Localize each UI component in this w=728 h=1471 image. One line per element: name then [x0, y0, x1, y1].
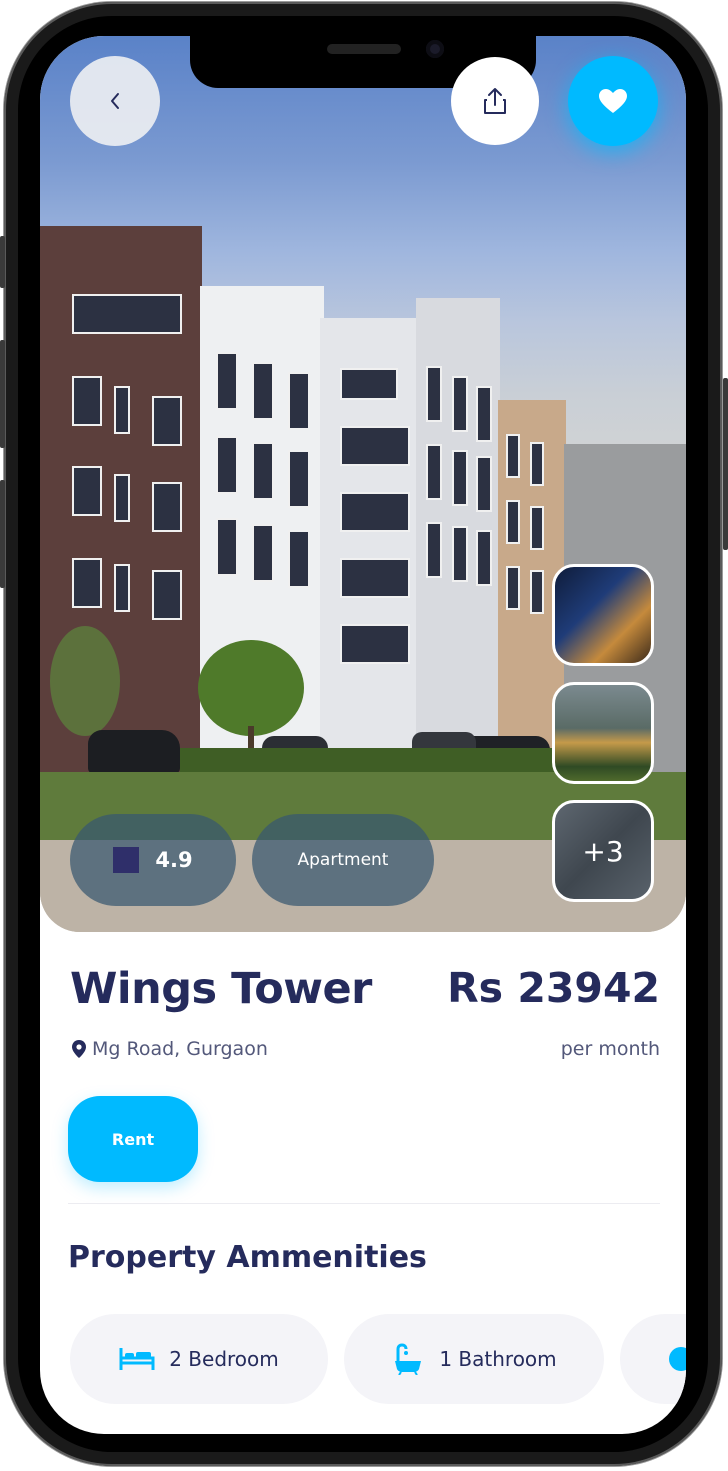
bed-icon [119, 1348, 155, 1370]
window [506, 434, 520, 478]
hedge [180, 748, 560, 774]
window [452, 450, 468, 506]
side-button-power [723, 378, 728, 550]
amenity-icon [669, 1347, 686, 1371]
window [288, 530, 310, 588]
window [530, 506, 544, 550]
chevron-left-icon [111, 93, 119, 109]
side-button-silent [0, 236, 5, 288]
window [216, 352, 238, 410]
amenity-label: 1 Bathroom [439, 1347, 557, 1371]
window [72, 558, 102, 608]
window [72, 466, 102, 516]
window [340, 426, 410, 466]
window [340, 492, 410, 532]
window [288, 372, 310, 430]
window [114, 386, 130, 434]
gallery-thumbnail[interactable] [552, 682, 654, 784]
hero-photo: 4.9 Apartment +3 [40, 36, 686, 932]
amenity-bedroom[interactable]: 2 Bedroom [70, 1314, 328, 1404]
window [452, 376, 468, 432]
more-photos-count: +3 [582, 834, 624, 868]
window [152, 482, 182, 532]
window [340, 558, 410, 598]
divider [68, 1203, 660, 1204]
price-period: per month [560, 1038, 660, 1060]
window [506, 566, 520, 610]
front-camera [426, 40, 444, 58]
amenities-title: Property Ammenities [68, 1240, 427, 1275]
window [340, 368, 398, 400]
amenity-label: 2 Bedroom [169, 1347, 279, 1371]
car [88, 730, 180, 774]
amenity-partial[interactable] [620, 1314, 686, 1404]
window [530, 442, 544, 486]
location-text: Mg Road, Gurgaon [92, 1038, 268, 1060]
rating-badge: 4.9 [70, 814, 236, 906]
window [426, 444, 442, 500]
property-name: Wings Tower [70, 964, 372, 1014]
window [152, 396, 182, 446]
window [288, 450, 310, 508]
rating-value: 4.9 [155, 848, 193, 872]
window [426, 522, 442, 578]
window [476, 530, 492, 586]
heart-icon [599, 89, 627, 113]
share-button[interactable] [451, 57, 539, 145]
property-location: Mg Road, Gurgaon [72, 1038, 268, 1060]
window [152, 570, 182, 620]
window [252, 362, 274, 420]
window [72, 294, 182, 334]
property-type-label: Apartment [297, 850, 389, 870]
gallery-thumbnail[interactable] [552, 564, 654, 666]
window [530, 570, 544, 614]
window [452, 526, 468, 582]
speaker-grille [327, 44, 401, 54]
side-button-volume-down [0, 480, 5, 588]
amenity-bathroom[interactable]: 1 Bathroom [344, 1314, 604, 1404]
window [506, 500, 520, 544]
window [426, 366, 442, 422]
window [72, 376, 102, 426]
window [476, 456, 492, 512]
window [340, 624, 410, 664]
window [114, 474, 130, 522]
location-pin-icon [72, 1040, 86, 1058]
window [252, 442, 274, 500]
side-button-volume-up [0, 340, 5, 448]
favorite-button[interactable] [568, 56, 658, 146]
window [216, 518, 238, 576]
window [216, 436, 238, 494]
property-price: Rs 23942 [447, 964, 660, 1012]
back-button[interactable] [70, 56, 160, 146]
window [114, 564, 130, 612]
window [252, 524, 274, 582]
star-icon [113, 847, 140, 873]
gallery-more-thumbnail[interactable]: +3 [552, 800, 654, 902]
rent-button[interactable]: Rent [68, 1096, 198, 1182]
tree [198, 640, 304, 736]
share-icon [484, 88, 506, 114]
bathtub-icon [395, 1343, 422, 1375]
app-screen: 4.9 Apartment +3 Wings Tower Rs 23942 Mg… [40, 36, 686, 1434]
window [476, 386, 492, 442]
property-type-badge[interactable]: Apartment [252, 814, 434, 906]
tree [50, 626, 120, 736]
